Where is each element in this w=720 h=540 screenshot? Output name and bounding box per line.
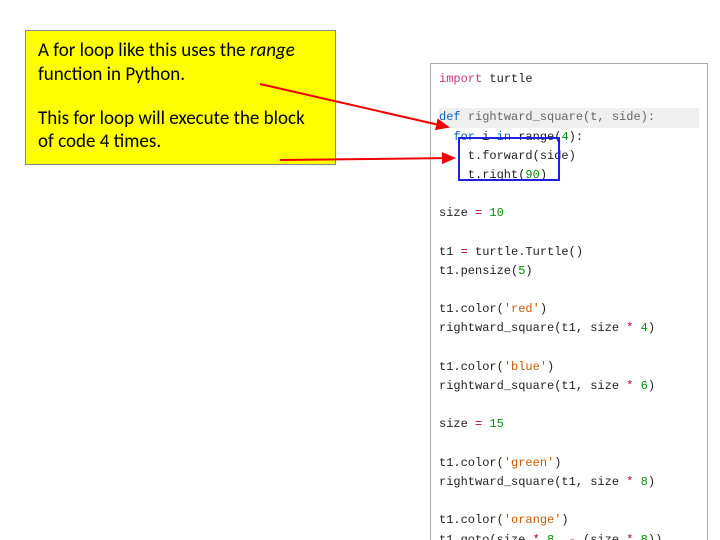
code-size2-val: 15	[489, 417, 503, 431]
code-color-blue-c: )	[547, 360, 554, 374]
code-goto-n2: 8	[641, 533, 648, 540]
callout-p1-a: A for loop like this uses the	[38, 39, 250, 62]
code-range-arg: 4	[561, 130, 568, 144]
code-call8-a: rightward_square(t1, size	[439, 475, 626, 489]
callout-spacer	[38, 87, 323, 107]
code-goto-i: ))	[648, 533, 662, 540]
code-call4-op: *	[626, 321, 640, 335]
code-t1-a: t1	[439, 245, 461, 259]
code-goto-neg: -	[569, 533, 583, 540]
code-size-val: 10	[489, 206, 503, 220]
code-goto-a: t1.goto(size	[439, 533, 533, 540]
explanation-callout: A for loop like this uses the range func…	[25, 30, 336, 165]
code-goto-op1: *	[533, 533, 547, 540]
loop-body-highlight	[458, 137, 560, 181]
code-color-green-a: t1.color(	[439, 456, 504, 470]
callout-paragraph-1: A for loop like this uses the range func…	[38, 39, 323, 87]
code-color-red-c: )	[540, 302, 547, 316]
code-call6-d: )	[648, 379, 655, 393]
code-color-orange-a: t1.color(	[439, 513, 504, 527]
code-pensize-a: t1.pensize(	[439, 264, 518, 278]
code-t1-op: =	[461, 245, 475, 259]
code-def-sig: rightward_square(t, side):	[468, 110, 655, 124]
code-color-green-c: )	[554, 456, 561, 470]
code-range-end: ):	[569, 130, 583, 144]
code-kw-import: import	[439, 72, 482, 86]
code-goto-f: (size	[583, 533, 626, 540]
code-call4-a: rightward_square(t1, size	[439, 321, 626, 335]
code-color-green-s: 'green'	[504, 456, 554, 470]
code-color-orange-c: )	[561, 513, 568, 527]
code-listing: import turtle def rightward_square(t, si…	[430, 63, 708, 540]
code-kw-def: def	[439, 110, 468, 124]
code-goto-d: ,	[554, 533, 568, 540]
code-size2-op: =	[475, 417, 489, 431]
code-module: turtle	[482, 72, 532, 86]
code-color-orange-s: 'orange'	[504, 513, 562, 527]
code-call6-op: *	[626, 379, 640, 393]
code-call6-a: rightward_square(t1, size	[439, 379, 626, 393]
callout-paragraph-2: This for loop will execute the block of …	[38, 107, 323, 155]
code-t1-c: turtle.Turtle()	[475, 245, 583, 259]
code-call4-n: 4	[641, 321, 648, 335]
code-call8-n: 8	[641, 475, 648, 489]
code-color-blue-s: 'blue'	[504, 360, 547, 374]
code-color-blue-a: t1.color(	[439, 360, 504, 374]
code-call8-op: *	[626, 475, 640, 489]
code-color-red-s: 'red'	[504, 302, 540, 316]
code-color-red-a: t1.color(	[439, 302, 504, 316]
code-size-op: =	[475, 206, 489, 220]
code-size2-a: size	[439, 417, 475, 431]
code-call4-d: )	[648, 321, 655, 335]
code-size-a: size	[439, 206, 475, 220]
callout-p1-b: function in Python.	[38, 63, 185, 86]
callout-range-italic: range	[250, 39, 295, 62]
code-call8-d: )	[648, 475, 655, 489]
code-pensize-c: )	[525, 264, 532, 278]
code-call6-n: 6	[641, 379, 648, 393]
code-goto-op2: *	[626, 533, 640, 540]
